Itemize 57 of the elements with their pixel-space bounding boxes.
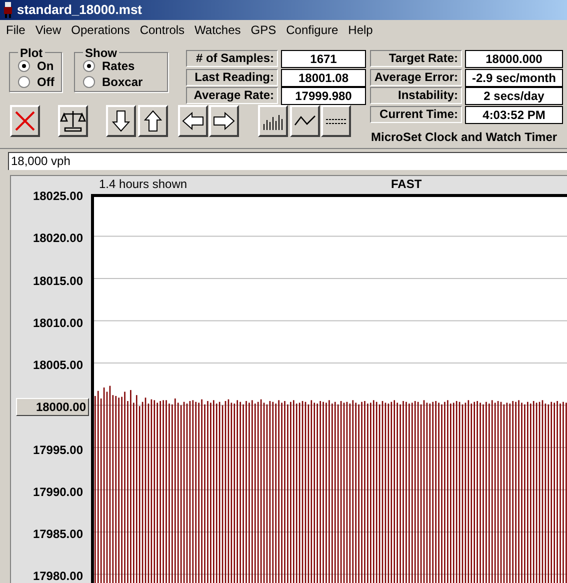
stat-value: 18000.000 — [465, 50, 563, 68]
stat-value: 2 secs/day — [465, 87, 563, 105]
stat-label: Instability: — [370, 87, 462, 104]
stat-label: Average Rate: — [186, 87, 278, 104]
y-tick-label: 18015.00 — [32, 272, 83, 288]
radio-option[interactable]: Boxcar — [83, 73, 143, 91]
window-title: standard_18000.mst — [17, 1, 142, 20]
stat-label: # of Samples: — [186, 50, 278, 67]
time-span-label: 1.4 hours shown — [99, 176, 188, 193]
chart-title: FAST — [391, 176, 422, 193]
menu-item[interactable]: Configure — [281, 21, 344, 39]
radio-button[interactable] — [83, 60, 95, 72]
stat-value: 4:03:52 PM — [465, 106, 563, 124]
app-name: MicroSet Clock and Watch Timer — [371, 129, 558, 146]
y-tick-label: 17980.00 — [32, 568, 83, 583]
radio-label: Boxcar — [102, 74, 143, 91]
stat-label: Target Rate: — [370, 50, 462, 67]
y-tick-label: 17990.00 — [32, 484, 83, 500]
menu-item[interactable]: Controls — [134, 21, 190, 39]
y-tick-label: 18010.00 — [32, 314, 83, 331]
balance-scale-icon — [60, 108, 86, 134]
stat-label: Last Reading: — [186, 68, 278, 86]
menu-item[interactable]: Operations — [66, 21, 135, 39]
radio-button[interactable] — [18, 60, 30, 72]
toolbar-button[interactable] — [290, 105, 320, 137]
y-tick-label: 17995.00 — [32, 442, 83, 458]
toolbar-button[interactable] — [321, 105, 351, 137]
y-tick-label: 18025.00 — [32, 188, 83, 204]
rate-field[interactable]: 18,000 vph — [8, 152, 567, 170]
menu-item[interactable]: GPS — [246, 21, 282, 39]
toolbar-button[interactable] — [178, 105, 208, 137]
menu-item[interactable]: File — [1, 21, 30, 39]
radio-button[interactable] — [18, 76, 30, 88]
app-icon — [3, 2, 13, 18]
y-tick-label: 18005.00 — [32, 357, 83, 373]
radio-button[interactable] — [83, 76, 95, 88]
y-tick-label: 17985.00 — [32, 526, 83, 542]
y-tick-label: 18020.00 — [32, 230, 83, 246]
toolbar-button[interactable] — [138, 105, 168, 137]
stat-value: 1671 — [281, 50, 366, 68]
wave-lines-icon — [326, 118, 346, 124]
reference-rate-button[interactable]: 18000.00 — [16, 398, 89, 416]
stat-value: -2.9 sec/month — [465, 68, 563, 86]
toolbar-button[interactable] — [106, 105, 136, 137]
stat-label: Average Error: — [370, 68, 462, 86]
menu-item[interactable]: View — [30, 21, 66, 39]
stat-label: Current Time: — [370, 106, 462, 122]
toolbar-button[interactable] — [58, 105, 88, 137]
radio-option[interactable]: Off — [18, 73, 54, 91]
stat-value: 18001.08 — [281, 68, 366, 86]
toolbar-button[interactable] — [10, 105, 40, 137]
stat-value: 17999.980 — [281, 87, 366, 105]
menu-item[interactable]: Watches — [190, 21, 246, 39]
toolbar-button[interactable] — [258, 105, 288, 137]
toolbar-button[interactable] — [209, 105, 239, 137]
menu-item[interactable]: Help — [343, 21, 378, 39]
radio-label: Off — [37, 74, 54, 91]
